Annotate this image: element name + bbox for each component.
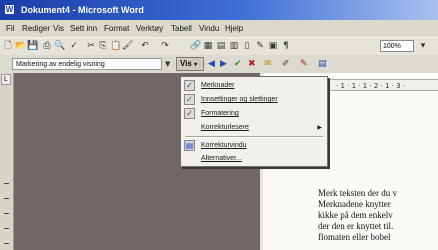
ruler-tick <box>4 243 9 244</box>
menu-item-label: Alternativer... <box>201 155 242 162</box>
paste-icon[interactable]: 📋 <box>110 41 121 51</box>
track-changes-icon[interactable]: ✎ <box>300 59 308 69</box>
menu-item-reviewing-pane[interactable]: ▤ Korrekturvindu <box>182 139 326 152</box>
menu-item-label: Korrekturlesere <box>201 124 249 131</box>
zoom-box[interactable]: 100% <box>380 40 414 52</box>
menu-item-label: Innsettinger og slettinger <box>201 96 278 103</box>
text-line: kikke på dem enkelv <box>318 210 393 220</box>
word-icon: W <box>4 4 15 15</box>
standard-toolbar: 🗋 📂 💾 ⎙ 🔍 ✓ ✂ ⎘ 📋 🖌 ↶ ↷ 🔗 ▦ ▤ ▥ ▯ ✎ ▣ ¶ … <box>0 37 438 56</box>
show-hide-icon[interactable]: ¶ <box>281 41 291 51</box>
menu-item-label: Merknader <box>201 82 235 89</box>
copy-icon[interactable]: ⎘ <box>98 41 108 51</box>
menu-tools[interactable]: Verktøy <box>136 22 163 35</box>
highlight-icon[interactable]: ✐ <box>282 59 290 69</box>
window-title: Dokument4 - Microsoft Word <box>21 5 144 15</box>
menu-item-label: Korrekturvindu <box>201 142 247 149</box>
menu-window[interactable]: Vindu <box>199 22 219 35</box>
menu-insert[interactable]: Sett inn <box>70 22 97 35</box>
tab-selector-icon[interactable]: L <box>1 74 11 85</box>
display-for-review-select[interactable]: Markering av endelig visning <box>12 58 162 70</box>
cut-icon[interactable]: ✂ <box>86 41 96 51</box>
text-line: Merknadene knytter <box>318 199 391 209</box>
menu-help[interactable]: Hjelp <box>225 22 243 35</box>
chevron-down-icon: ▾ <box>194 62 198 68</box>
menu-separator <box>185 136 323 138</box>
print-preview-icon[interactable]: 🔍 <box>54 41 65 51</box>
show-button[interactable]: Vis ▾ <box>176 57 204 71</box>
title-bar: W Dokument4 - Microsoft Word <box>0 0 438 20</box>
hyperlink-icon[interactable]: 🔗 <box>190 41 201 51</box>
menu-item-formatting[interactable]: ✓ Formatering <box>182 107 326 120</box>
previous-change-icon[interactable]: ◀ <box>208 59 215 69</box>
menu-item-insertions-deletions[interactable]: ✓ Innsettinger og slettinger <box>182 93 326 106</box>
menu-edit[interactable]: Rediger <box>22 22 50 35</box>
document-text[interactable]: Merk teksten der du v Merknadene knytter… <box>318 188 438 243</box>
text-line: der den er knyttet til. <box>318 221 394 231</box>
reviewing-toolbar: Markering av endelig visning ▼ Vis ▾ ◀ ▶… <box>0 55 438 73</box>
menu-item-options[interactable]: Alternativer... <box>182 152 326 165</box>
format-painter-icon[interactable]: 🖌 <box>122 41 133 51</box>
undo-icon[interactable]: ↶ <box>140 41 150 51</box>
checkmark-icon: ✓ <box>184 108 195 119</box>
menu-item-reviewers[interactable]: Korrekturlesere ▶ <box>182 121 326 134</box>
tables-borders-icon[interactable]: ▦ <box>203 41 213 51</box>
document-map-icon[interactable]: ▣ <box>268 41 278 51</box>
text-line: Merk teksten der du v <box>318 188 397 198</box>
vertical-ruler: L <box>0 73 14 250</box>
show-dropdown-menu: ✓ Merknader ✓ Innsettinger og slettinger… <box>180 76 328 167</box>
accept-change-icon[interactable]: ✔ <box>234 59 242 69</box>
insert-table-icon[interactable]: ▤ <box>216 41 226 51</box>
menu-view[interactable]: Vis <box>53 22 64 35</box>
checkmark-icon: ✓ <box>184 80 195 91</box>
print-icon[interactable]: ⎙ <box>42 41 52 51</box>
text-line: flomaten eller bobel <box>318 232 391 242</box>
reviewing-pane-icon[interactable]: ▤ <box>318 59 327 69</box>
menu-item-label: Formatering <box>201 110 239 117</box>
ruler-tick <box>4 183 9 184</box>
checkmark-icon: ✓ <box>184 94 195 105</box>
save-icon[interactable]: 💾 <box>27 41 38 51</box>
chevron-down-icon[interactable]: ▾ <box>418 41 428 51</box>
show-button-label: Vis <box>180 59 192 68</box>
menu-bar: Fil Rediger Vis Sett inn Format Verktøy … <box>0 20 438 37</box>
open-folder-icon[interactable]: 📂 <box>15 41 26 51</box>
reject-change-icon[interactable]: ✖ <box>248 59 256 69</box>
menu-format[interactable]: Format <box>104 22 129 35</box>
columns-icon[interactable]: ▯ <box>242 41 252 51</box>
new-document-icon[interactable]: 🗋 <box>3 41 13 51</box>
insert-comment-icon[interactable]: ✉ <box>264 59 272 69</box>
ruler-tick <box>4 213 9 214</box>
menu-item-comments[interactable]: ✓ Merknader <box>182 79 326 92</box>
menu-file[interactable]: Fil <box>6 22 14 35</box>
next-change-icon[interactable]: ▶ <box>220 59 227 69</box>
menu-table[interactable]: Tabell <box>171 22 192 35</box>
chevron-down-icon[interactable]: ▼ <box>165 61 170 68</box>
ruler-tick <box>4 228 9 229</box>
submenu-arrow-icon: ▶ <box>317 124 322 131</box>
ruler-tick <box>4 198 9 199</box>
spelling-icon[interactable]: ✓ <box>69 41 79 51</box>
redo-icon[interactable]: ↷ <box>160 41 170 51</box>
insert-excel-icon[interactable]: ▥ <box>229 41 239 51</box>
drawing-icon[interactable]: ✎ <box>255 41 265 51</box>
review-pane-icon: ▤ <box>184 140 195 151</box>
